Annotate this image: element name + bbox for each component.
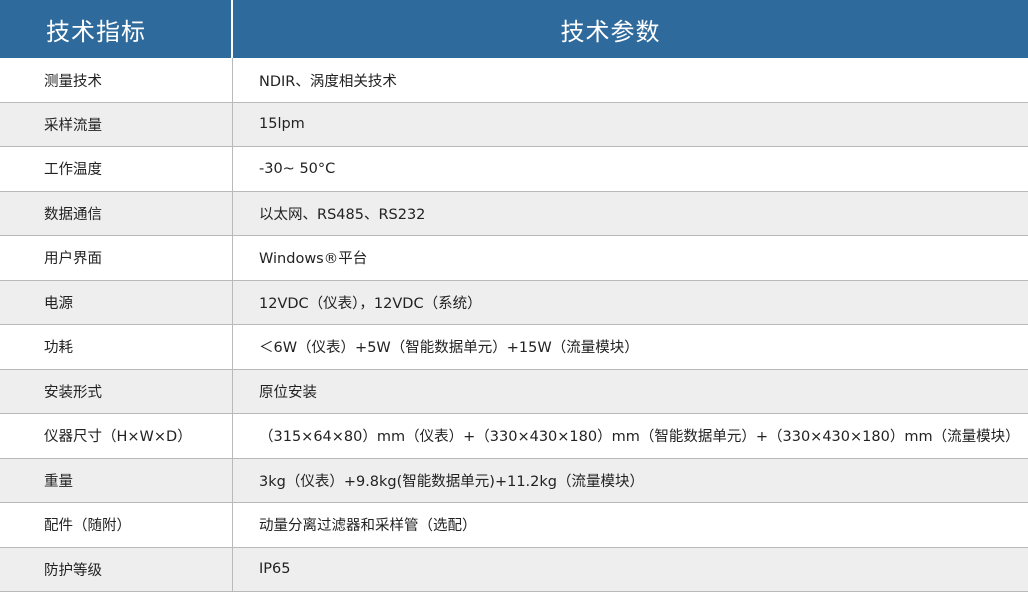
header-spec-parameter: 技术参数 (560, 17, 661, 46)
row-value: Windows®平台 (259, 251, 368, 268)
row-label: 防护等级 (0, 547, 233, 591)
row-value: ＜6W（仪表）+5W（智能数据单元）+15W（流量模块） (259, 340, 639, 357)
row-value: 以太网、RS485、RS232 (259, 206, 426, 223)
table-row: 用户界面 Windows®平台 (0, 236, 1028, 281)
table-header: 技术指标 技术参数 (0, 0, 1028, 58)
header-spec-item: 技术指标 (0, 0, 233, 58)
table-row: 数据通信 以太网、RS485、RS232 (0, 191, 1028, 236)
table-row: 仪器尺寸（H×W×D） （315×64×80）mm（仪表）+（330×430×1… (0, 414, 1028, 459)
table-row: 功耗 ＜6W（仪表）+5W（智能数据单元）+15W（流量模块） (0, 325, 1028, 370)
table-row: 电源 12VDC（仪表），12VDC（系统） (0, 280, 1028, 325)
row-label: 采样流量 (0, 102, 233, 146)
table-row: 测量技术 NDIR、涡度相关技术 (0, 58, 1028, 103)
table-row: 工作温度 -30~ 50°C (0, 147, 1028, 192)
row-value: NDIR、涡度相关技术 (259, 74, 397, 91)
row-label: 重量 (0, 458, 233, 502)
row-value: 3kg（仪表）+9.8kg(智能数据单元)+11.2kg（流量模块） (259, 473, 644, 490)
table-row: 配件（随附） 动量分离过滤器和采样管（选配） (0, 503, 1028, 548)
row-value: -30~ 50°C (259, 160, 336, 177)
table-row: 重量 3kg（仪表）+9.8kg(智能数据单元)+11.2kg（流量模块） (0, 458, 1028, 503)
row-label: 测量技术 (0, 58, 233, 102)
row-label: 安装形式 (0, 369, 233, 413)
row-value: IP65 (259, 561, 291, 578)
row-value: 原位安装 (259, 384, 317, 401)
table-row: 安装形式 原位安装 (0, 369, 1028, 414)
spec-table: 技术指标 技术参数 测量技术 NDIR、涡度相关技术 采样流量 15lpm 工作… (0, 0, 1028, 598)
row-value: 15lpm (259, 116, 305, 133)
row-label: 工作温度 (0, 147, 233, 191)
row-label: 电源 (0, 280, 233, 324)
table-body: 测量技术 NDIR、涡度相关技术 采样流量 15lpm 工作温度 -30~ 50… (0, 58, 1028, 592)
row-label: 用户界面 (0, 236, 233, 280)
row-label: 功耗 (0, 325, 233, 369)
row-value: （315×64×80）mm（仪表）+（330×430×180）mm（智能数据单元… (259, 429, 1020, 446)
row-label: 数据通信 (0, 191, 233, 235)
row-value: 12VDC（仪表），12VDC（系统） (259, 295, 482, 312)
row-label: 仪器尺寸（H×W×D） (0, 414, 233, 458)
table-row: 采样流量 15lpm (0, 102, 1028, 147)
table-row: 防护等级 IP65 (0, 547, 1028, 592)
row-label: 配件（随附） (0, 503, 233, 547)
row-value: 动量分离过滤器和采样管（选配） (259, 518, 477, 535)
